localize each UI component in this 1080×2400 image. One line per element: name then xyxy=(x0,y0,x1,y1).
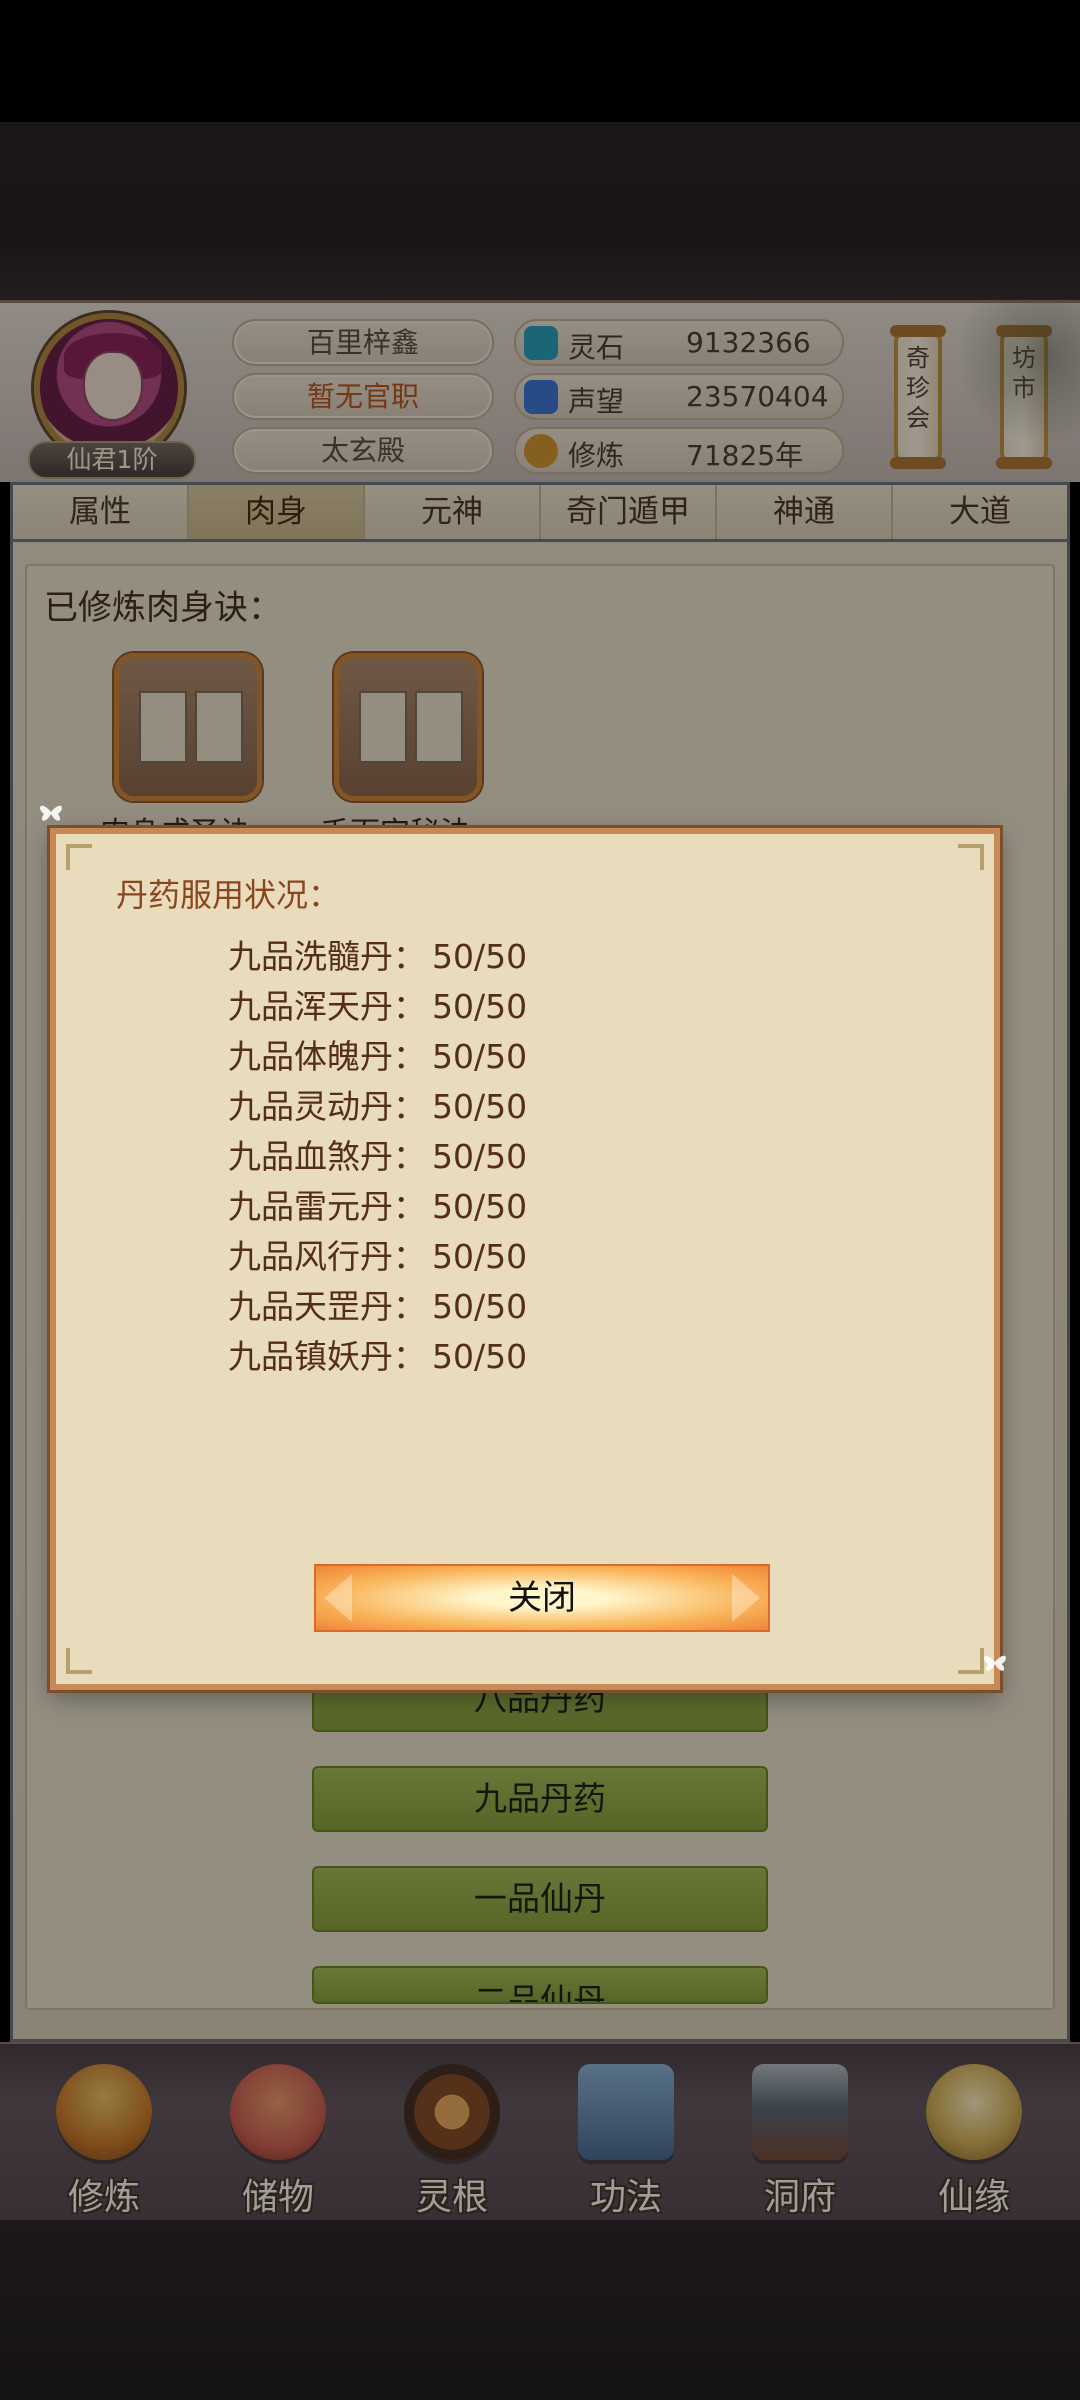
pill-name: 九品天罡丹： xyxy=(228,1287,426,1326)
pill-row: 九品血煞丹： 50/50 xyxy=(212,1130,527,1178)
corner-ornament xyxy=(958,844,984,870)
pill-row: 九品雷元丹： 50/50 xyxy=(212,1180,527,1228)
dialog-title: 丹药服用状况： xyxy=(116,876,341,914)
pill-count: 50/50 xyxy=(432,1187,528,1226)
pill-count: 50/50 xyxy=(432,937,528,976)
pill-name: 九品洗髓丹： xyxy=(228,937,426,976)
pill-count: 50/50 xyxy=(432,1237,528,1276)
pill-row: 九品风行丹： 50/50 xyxy=(212,1230,527,1278)
pill-row: 九品天罡丹： 50/50 xyxy=(212,1280,527,1328)
close-button-label: 关闭 xyxy=(508,1578,576,1618)
pill-name: 九品浑天丹： xyxy=(228,987,426,1026)
pill-consumption-dialog: 丹药服用状况： 九品洗髓丹： 50/50 九品浑天丹： 50/50 九品体魄丹： 50… xyxy=(50,828,1000,1690)
corner-ornament xyxy=(66,844,92,870)
game-screen: 仙君1阶 百里梓鑫 暂无官职 太玄殿 灵石 9132366 声望 2357040… xyxy=(0,0,1080,2400)
pill-name: 九品体魄丹： xyxy=(228,1037,426,1076)
pill-count: 50/50 xyxy=(432,1087,528,1126)
pill-count: 50/50 xyxy=(432,1337,528,1376)
arrow-left-icon xyxy=(324,1574,352,1622)
pill-row: 九品洗髓丹： 50/50 xyxy=(212,930,527,978)
pill-name: 九品雷元丹： xyxy=(228,1187,426,1226)
arrow-right-icon xyxy=(732,1574,760,1622)
pill-row: 九品体魄丹： 50/50 xyxy=(212,1030,527,1078)
butterfly-icon xyxy=(984,1655,1006,1671)
pill-count: 50/50 xyxy=(432,1287,528,1326)
pill-count: 50/50 xyxy=(432,987,528,1026)
close-button[interactable]: 关闭 xyxy=(314,1564,770,1632)
corner-ornament xyxy=(66,1648,92,1674)
pill-row: 九品灵动丹： 50/50 xyxy=(212,1080,527,1128)
pill-name: 九品血煞丹： xyxy=(228,1137,426,1176)
butterfly-icon xyxy=(40,805,62,821)
pill-name: 九品镇妖丹： xyxy=(228,1337,426,1376)
pill-row: 九品浑天丹： 50/50 xyxy=(212,980,527,1028)
pill-name: 九品灵动丹： xyxy=(228,1087,426,1126)
pill-count: 50/50 xyxy=(432,1037,528,1076)
pill-row: 九品镇妖丹： 50/50 xyxy=(212,1330,527,1378)
pill-name: 九品风行丹： xyxy=(228,1237,426,1276)
pill-count: 50/50 xyxy=(432,1137,528,1176)
